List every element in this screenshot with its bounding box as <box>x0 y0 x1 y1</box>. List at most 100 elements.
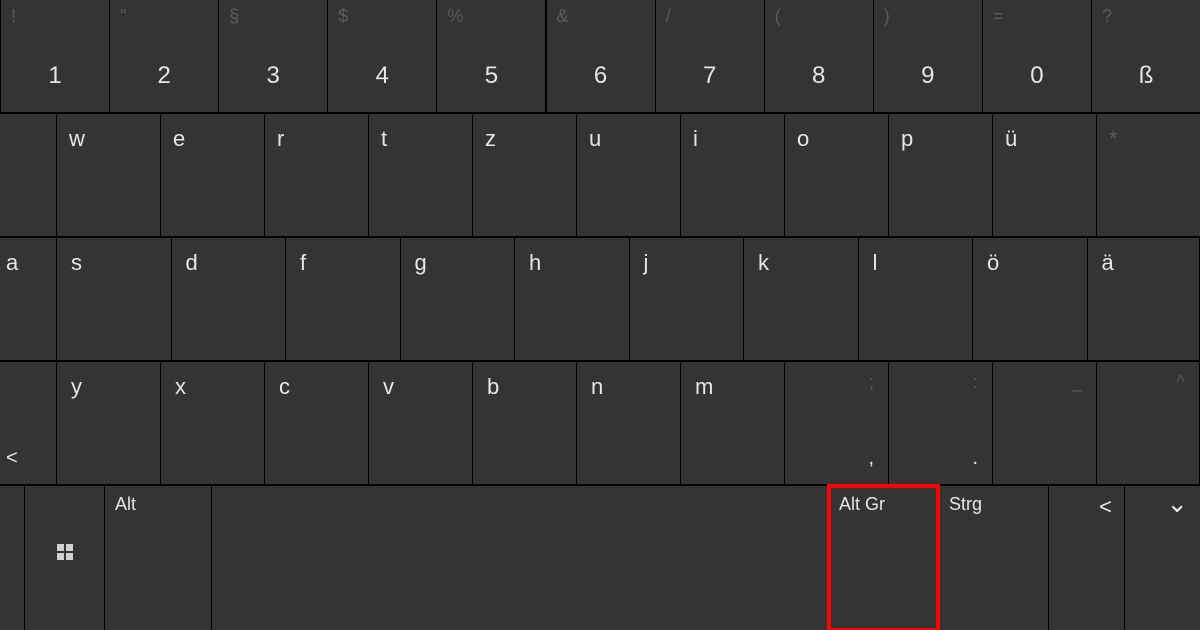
key-main-label: 6 <box>594 62 607 90</box>
chevron-down-icon: ⌄ <box>1166 488 1188 519</box>
key-shift-label: = <box>993 6 1004 27</box>
key-main-label: r <box>277 126 284 152</box>
key-main-label: c <box>279 374 290 400</box>
key-shift-label: ( <box>775 6 781 27</box>
key-num-ß[interactable]: ?ß <box>1092 0 1200 112</box>
key-o[interactable]: o <box>785 114 888 236</box>
key-shift-label: " <box>120 6 126 27</box>
key-main-label: 9 <box>921 62 934 90</box>
key-main-label: s <box>71 250 82 276</box>
key-main-label: o <box>797 126 809 152</box>
key-shift-label: % <box>447 6 463 27</box>
key-altgr[interactable]: Alt Gr <box>829 486 938 630</box>
key-main-label: t <box>381 126 387 152</box>
key-main-label: 3 <box>267 62 280 90</box>
key-shift-label: ! <box>11 6 16 27</box>
key-u[interactable]: u <box>577 114 680 236</box>
key-punct-3[interactable]: ^ <box>1097 362 1199 484</box>
key-h[interactable]: h <box>515 238 629 360</box>
key-main-label: a <box>6 250 18 276</box>
key-main-label: 8 <box>812 62 825 90</box>
key-num-2[interactable]: "2 <box>110 0 218 112</box>
key-shift-label: ; <box>869 372 874 393</box>
key-main-label: < <box>6 447 18 470</box>
key-collapse[interactable]: ⌄ <box>1125 486 1200 630</box>
key-y[interactable]: y <box>57 362 160 484</box>
key-main-label: x <box>175 374 186 400</box>
key-b[interactable]: b <box>473 362 576 484</box>
key-main-label: ä <box>1102 250 1114 276</box>
key-num-0[interactable]: =0 <box>983 0 1091 112</box>
key-num-6[interactable]: &6 <box>547 0 655 112</box>
key-num-9[interactable]: )9 <box>874 0 982 112</box>
key-num-3[interactable]: §3 <box>219 0 327 112</box>
key-i[interactable]: i <box>681 114 784 236</box>
key-main-label: h <box>529 250 541 276</box>
key-r[interactable]: r <box>265 114 368 236</box>
key-t[interactable]: t <box>369 114 472 236</box>
key-main-label: v <box>383 374 394 400</box>
key-v[interactable]: v <box>369 362 472 484</box>
key-main-label: 0 <box>1030 62 1043 90</box>
key-num-8[interactable]: (8 <box>765 0 873 112</box>
key-main-label: b <box>487 374 499 400</box>
key-main-label: p <box>901 126 913 152</box>
key-stub-bottom-left[interactable] <box>0 486 24 630</box>
key-main-label: , <box>868 447 874 470</box>
key-main-label: 4 <box>376 62 389 90</box>
key-s[interactable]: s <box>57 238 171 360</box>
key-stub-tab[interactable] <box>0 114 56 236</box>
key-main-label: . <box>972 447 978 470</box>
key-lt[interactable]: < <box>0 362 56 484</box>
key-z[interactable]: z <box>473 114 576 236</box>
key-punct-1[interactable]: :. <box>889 362 992 484</box>
key-main-label: z <box>485 126 496 152</box>
key-e[interactable]: e <box>161 114 264 236</box>
key-main-label: 7 <box>703 62 716 90</box>
key-main-label: w <box>69 126 85 152</box>
key-space[interactable] <box>212 486 828 630</box>
key-main-label: m <box>695 374 713 400</box>
key-main-label: 1 <box>48 62 61 90</box>
key-a[interactable]: a <box>0 238 56 360</box>
key-w[interactable]: w <box>57 114 160 236</box>
key-c[interactable]: c <box>265 362 368 484</box>
key-x[interactable]: x <box>161 362 264 484</box>
key-alt[interactable]: Alt <box>105 486 211 630</box>
key-punct-0[interactable]: ;, <box>785 362 888 484</box>
key-d[interactable]: d <box>172 238 286 360</box>
key-main-label: 2 <box>157 62 170 90</box>
key-main-label: d <box>186 250 198 276</box>
key-num-1[interactable]: !1 <box>1 0 109 112</box>
key-windows[interactable] <box>25 486 104 630</box>
key-main-label: Strg <box>949 494 982 515</box>
key-l[interactable]: l <box>859 238 973 360</box>
key-k[interactable]: k <box>744 238 858 360</box>
key-num-5[interactable]: %5 <box>437 0 545 112</box>
key-num-7[interactable]: /7 <box>656 0 764 112</box>
key-shift-label: § <box>229 6 239 27</box>
key-ä[interactable]: ä <box>1088 238 1200 360</box>
key-main-label: i <box>693 126 698 152</box>
key-ü[interactable]: ü <box>993 114 1096 236</box>
key-back[interactable]: < <box>1049 486 1124 630</box>
key-shift-label: : <box>973 372 978 393</box>
key-num-4[interactable]: $4 <box>328 0 436 112</box>
key-*[interactable]: * <box>1097 114 1200 236</box>
key-main-label: j <box>644 250 649 276</box>
key-main-label: g <box>415 250 427 276</box>
key-f[interactable]: f <box>286 238 400 360</box>
key-n[interactable]: n <box>577 362 680 484</box>
key-main-label: f <box>300 250 306 276</box>
key-punct-2[interactable]: _ <box>993 362 1096 484</box>
key-j[interactable]: j <box>630 238 744 360</box>
key-main-label: e <box>173 126 185 152</box>
key-strg[interactable]: Strg <box>939 486 1048 630</box>
key-main-label: y <box>71 374 82 400</box>
key-p[interactable]: p <box>889 114 992 236</box>
key-g[interactable]: g <box>401 238 515 360</box>
key-main-label: l <box>873 250 878 276</box>
key-ö[interactable]: ö <box>973 238 1087 360</box>
key-main-label: 5 <box>485 62 498 90</box>
key-m[interactable]: m <box>681 362 784 484</box>
